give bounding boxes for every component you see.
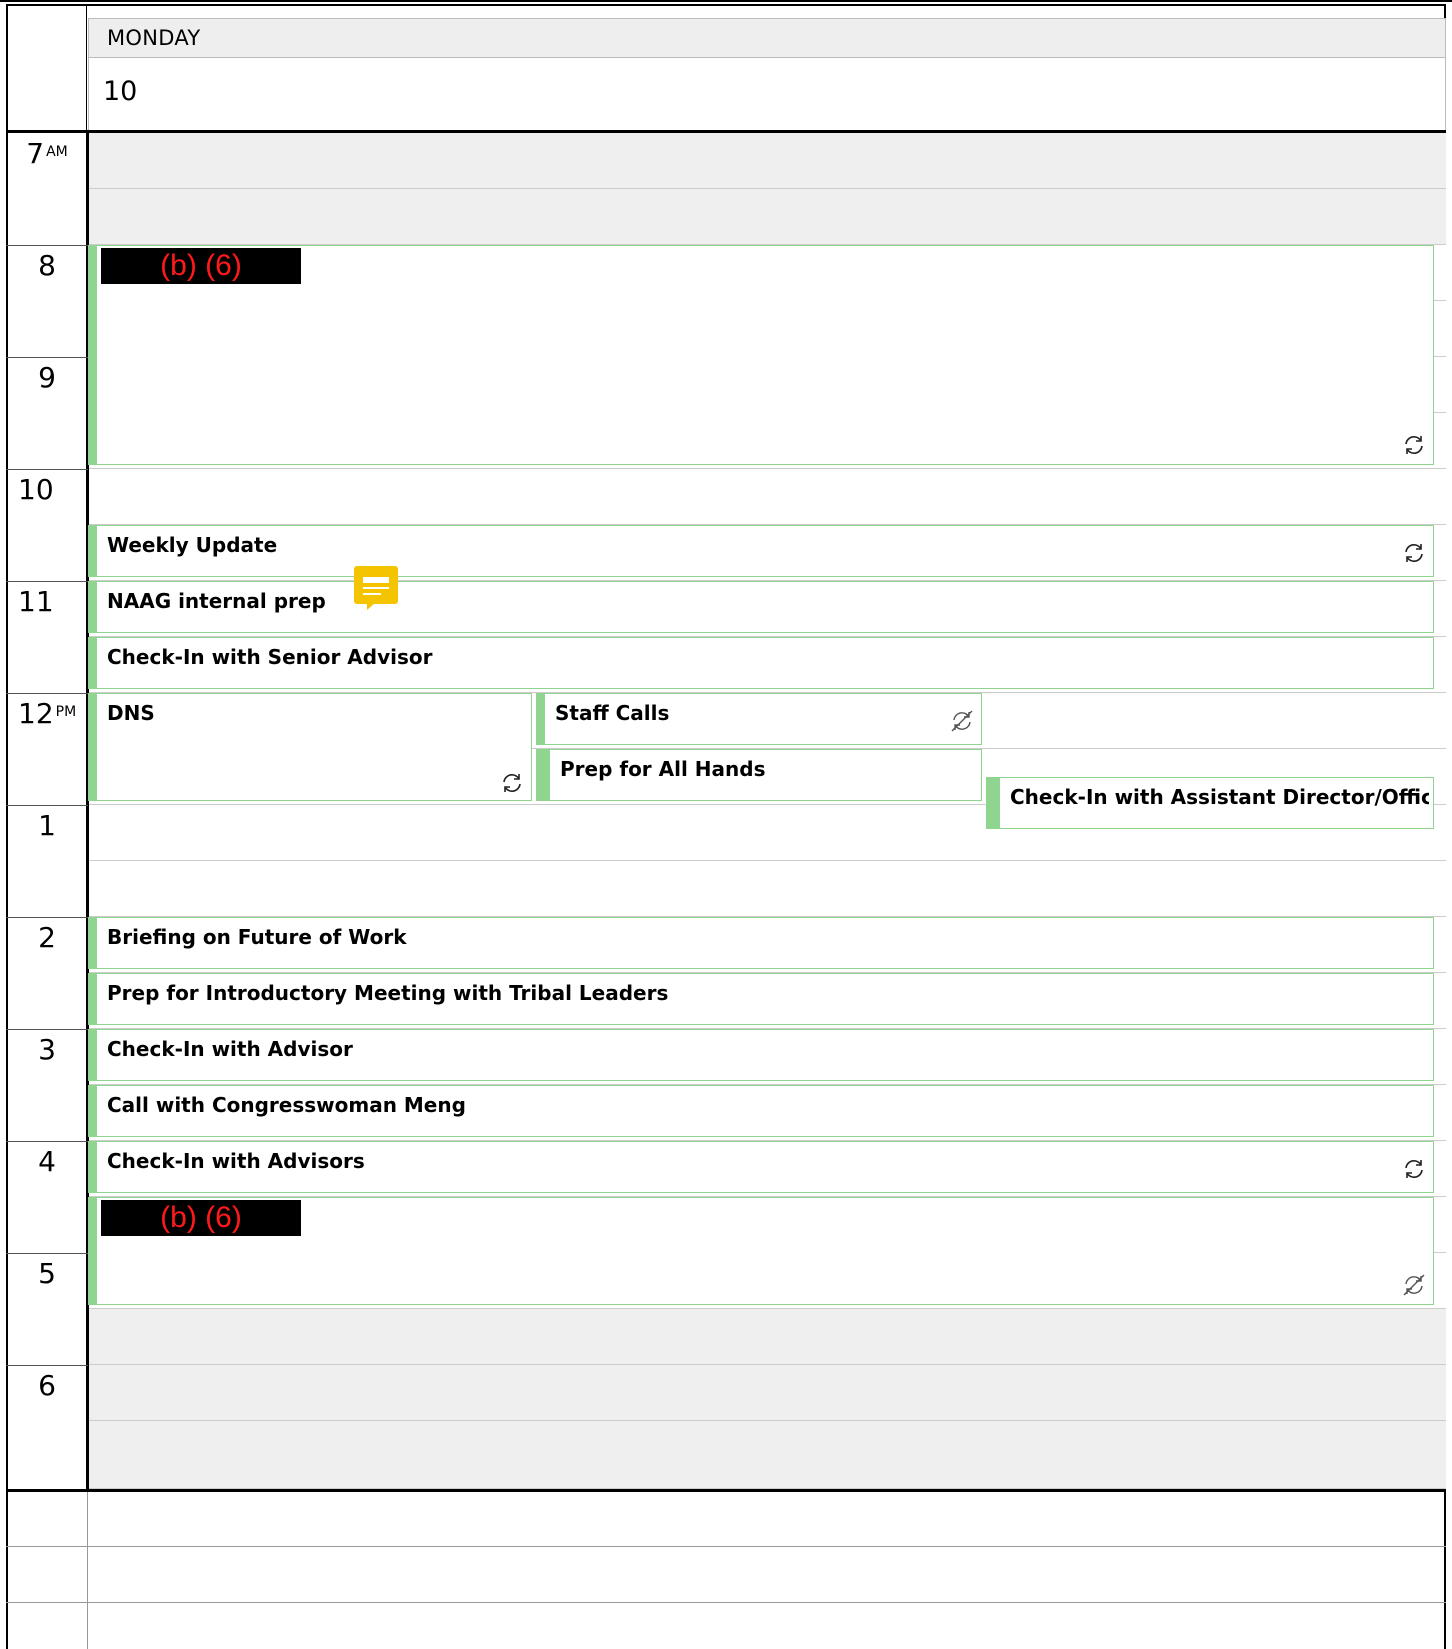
event-naag-internal-prep[interactable]: NAAG internal prep — [88, 581, 1434, 633]
hour-separator — [6, 693, 88, 694]
bottom-divider — [6, 1489, 1446, 1492]
hour-separator — [6, 1365, 88, 1366]
hour-label-9: 9 — [38, 361, 56, 394]
event-check-in-senior-advisor[interactable]: Check-In with Senior Advisor — [88, 637, 1434, 689]
hour-separator — [6, 581, 88, 582]
time-slot[interactable] — [89, 133, 1446, 189]
day-name: MONDAY — [107, 26, 201, 50]
top-rule — [0, 0, 1452, 2]
event-briefing-future-of-work[interactable]: Briefing on Future of Work — [88, 917, 1434, 969]
hour-label-7am: 7 AM — [26, 137, 68, 170]
tail-gutter-divider — [87, 1492, 88, 1649]
hour-label-11: 11 — [18, 585, 54, 618]
event-title: NAAG internal prep — [107, 589, 326, 613]
event-title: Call with Congresswoman Meng — [107, 1093, 466, 1117]
event-title: Prep for All Hands — [560, 757, 766, 781]
event-staff-calls[interactable]: Staff Calls — [536, 693, 982, 745]
time-slot[interactable] — [89, 1309, 1446, 1365]
event-dns[interactable]: DNS — [88, 693, 532, 801]
hour-label-4: 4 — [38, 1145, 56, 1178]
hour-label-12pm: 12 PM — [18, 697, 77, 730]
event-prep-tribal-leaders[interactable]: Prep for Introductory Meeting with Triba… — [88, 973, 1434, 1025]
event-check-in-assistant-director[interactable]: Check-In with Assistant Director/Office … — [986, 777, 1434, 829]
event-title: Briefing on Future of Work — [107, 925, 407, 949]
hour-separator — [6, 357, 88, 358]
time-slot[interactable] — [89, 469, 1446, 525]
hour-separator — [6, 1253, 88, 1254]
event-title: Prep for Introductory Meeting with Triba… — [107, 981, 669, 1005]
hour-separator — [6, 1141, 88, 1142]
event-title: Check-In with Advisor — [107, 1037, 353, 1061]
time-slot[interactable] — [89, 1365, 1446, 1421]
hour-label-6: 6 — [38, 1369, 56, 1402]
hour-label-2: 2 — [38, 921, 56, 954]
event-title: Check-In with Advisors — [107, 1149, 365, 1173]
hour-label-10: 10 — [18, 473, 54, 506]
event-title: DNS — [107, 701, 155, 725]
event-call-congresswoman-meng[interactable]: Call with Congresswoman Meng — [88, 1085, 1434, 1137]
event-prep-all-hands[interactable]: Prep for All Hands — [536, 749, 982, 801]
hour-label-5: 5 — [38, 1257, 56, 1290]
event-redacted-morning[interactable]: (b) (6) — [88, 245, 1434, 465]
date-cell[interactable]: 10 — [88, 58, 1446, 132]
event-title: Check-In with Assistant Director/Office … — [1010, 785, 1429, 809]
recurring-icon — [1401, 1156, 1427, 1182]
recurring-exception-icon — [949, 708, 975, 734]
event-title: Check-In with Senior Advisor — [107, 645, 433, 669]
event-title: Weekly Update — [107, 533, 278, 557]
redaction-label: (b) (6) — [101, 248, 301, 284]
day-header[interactable]: MONDAY — [88, 18, 1446, 58]
hour-separator — [6, 917, 88, 918]
event-check-in-advisor[interactable]: Check-In with Advisor — [88, 1029, 1434, 1081]
time-slot[interactable] — [89, 189, 1446, 245]
event-redacted-afternoon[interactable]: (b) (6) — [88, 1197, 1434, 1305]
recurring-exception-icon — [1401, 1272, 1427, 1298]
event-check-in-advisors[interactable]: Check-In with Advisors — [88, 1141, 1434, 1193]
note-icon[interactable] — [353, 565, 399, 611]
recurring-icon — [499, 770, 525, 796]
tail-row-line — [6, 1546, 1446, 1547]
hour-label-8: 8 — [38, 249, 56, 282]
hour-label-1: 1 — [38, 809, 56, 842]
time-slot[interactable] — [89, 861, 1446, 917]
hour-separator — [6, 245, 88, 246]
recurring-icon — [1401, 432, 1427, 458]
event-weekly-update[interactable]: Weekly Update — [88, 525, 1434, 577]
hour-separator — [6, 469, 88, 470]
event-title: Staff Calls — [555, 701, 670, 725]
tail-row-line — [6, 1602, 1446, 1603]
gutter-divider — [86, 4, 87, 132]
hour-separator — [6, 805, 88, 806]
hour-separator — [6, 1029, 88, 1030]
hour-label-3: 3 — [38, 1033, 56, 1066]
time-slot[interactable] — [89, 1421, 1446, 1489]
redaction-label: (b) (6) — [101, 1200, 301, 1236]
recurring-icon — [1401, 540, 1427, 566]
date-number: 10 — [103, 76, 138, 107]
